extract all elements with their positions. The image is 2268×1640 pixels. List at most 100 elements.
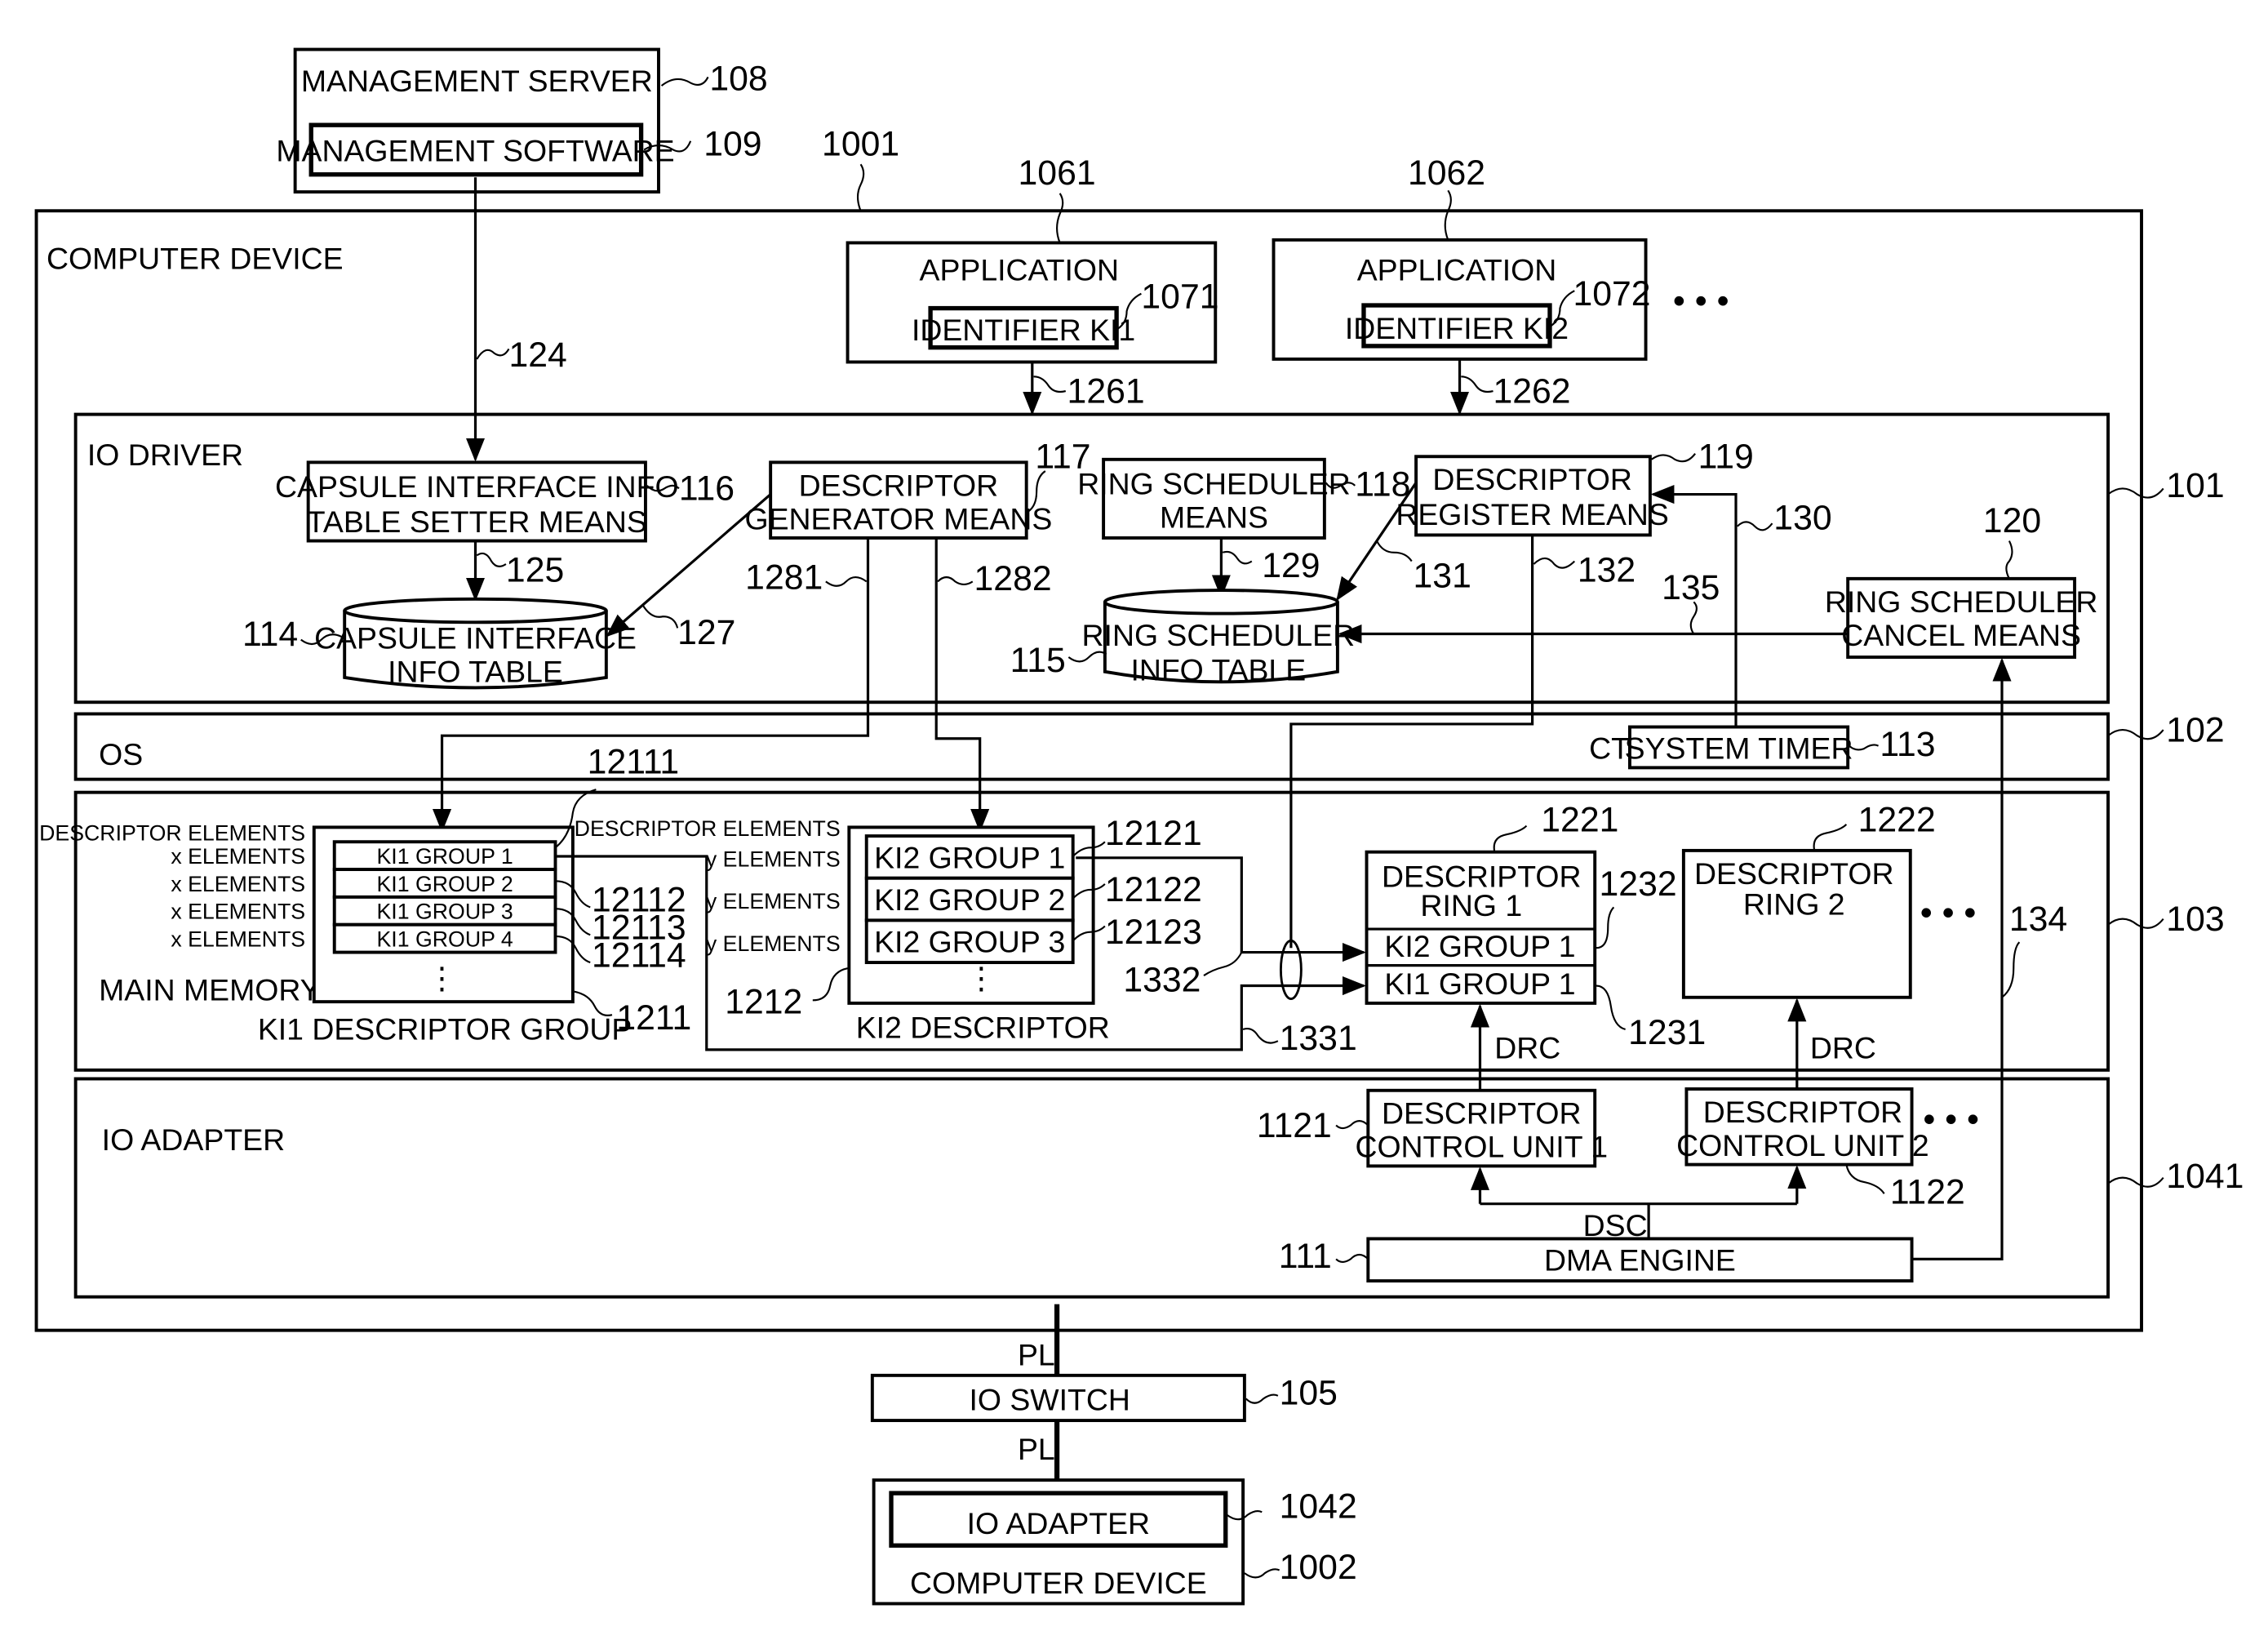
ref-1212: 1212 [725,982,802,1021]
application-1062: APPLICATION IDENTIFIER KI2 1072 1062 [1272,153,1651,361]
application-2-label: APPLICATION [1357,253,1557,287]
system-timer-label: SYSTEM TIMER [1625,731,1853,766]
capsule-interface-info-table: CAPSULE INTERFACE INFO TABLE [314,597,637,690]
control-unit-1-line2: CONTROL UNIT 1 [1355,1130,1608,1164]
capsule-setter-line2: TABLE SETTER MEANS [307,504,647,539]
ring1-line2: RING 1 [1420,888,1522,922]
ref-132: 132 [1578,550,1636,589]
drc-label-2: DRC [1810,1031,1876,1065]
ref-1002: 1002 [1280,1548,1357,1587]
ref-1222: 1222 [1858,801,1936,840]
ki2-group-ref: 12122 [1105,870,1202,909]
main-memory: MAIN MEMORY 103 DESCRIPTOR ELEMENTS KI1 … [39,743,2225,1072]
ki2-group-label: KI2 GROUP 2 [874,882,1065,917]
ring-table-line2: INFO TABLE [1130,653,1306,687]
os-layer: OS CT SYSTEM TIMER 113 102 [73,710,2225,781]
ki2-more: ⋮ [966,961,996,995]
control-units-ellipsis: • • • [1923,1100,1979,1140]
identifier-ki1: IDENTIFIER KI1 [912,313,1135,347]
ki2-elements-label: y ELEMENTS [706,889,841,913]
ref-1261: 1261 [1067,371,1145,411]
ref-1332: 1332 [1123,961,1201,1000]
ki1-group-row: KI1 GROUP 1 x ELEMENTS 12111 [171,743,679,872]
ref-125: 125 [506,550,564,589]
ki1-title: KI1 DESCRIPTOR GROUP [258,1011,632,1046]
management-software-label: MANAGEMENT SOFTWARE [276,134,674,168]
ki2-header: DESCRIPTOR ELEMENTS [575,816,841,841]
control-unit-2-line2: CONTROL UNIT 2 [1676,1128,1929,1162]
ki2-group-ref: 12123 [1105,913,1202,952]
ref-115: 115 [1010,641,1066,680]
ref-1281: 1281 [745,558,823,597]
computer-device-2-label: COMPUTER DEVICE [910,1566,1207,1600]
descriptor-generator-line2: GENERATOR MEANS [745,501,1053,536]
ref-1072: 1072 [1573,274,1650,313]
dma-engine-label: DMA ENGINE [1544,1243,1736,1278]
ref-129: 129 [1262,546,1320,585]
ref-101: 101 [2166,466,2224,505]
ring1-slot-ki2: KI2 GROUP 1 [1384,929,1575,963]
ki2-title: KI2 DESCRIPTOR [856,1011,1110,1045]
ref-116: 116 [679,469,735,509]
descriptor-ring-1: DESCRIPTOR RING 1 KI2 GROUP 1 KI1 GROUP … [1365,801,1706,1052]
ref-120: 120 [1983,501,2041,540]
pl-label-1: PL [1018,1337,1055,1371]
ref-108: 108 [709,59,767,98]
ref-1282: 1282 [974,559,1052,598]
ref-1001: 1001 [822,125,899,164]
cancel-line2: CANCEL MEANS [1841,618,2081,652]
ref-1231: 1231 [1628,1013,1706,1052]
capsule-table-line1: CAPSULE INTERFACE [314,620,637,655]
drc-label-1: DRC [1494,1031,1560,1065]
management-server: MANAGEMENT SERVER MANAGEMENT SOFTWARE 10… [276,47,768,194]
ki1-group-label: KI1 GROUP 4 [376,927,513,951]
ki1-elements-label: x ELEMENTS [171,900,305,924]
ki2-elements-label: y ELEMENTS [706,931,841,956]
ki1-elements-label: x ELEMENTS [171,872,305,896]
ki2-elements-label: y ELEMENTS [706,847,841,871]
ref-1071: 1071 [1141,278,1218,317]
ref-1062: 1062 [1408,153,1485,193]
io-adapter-1042-label: IO ADAPTER [967,1506,1150,1540]
ring1-slot-ki1: KI1 GROUP 1 [1384,967,1575,1001]
ki1-group-label: KI1 GROUP 2 [376,872,513,896]
ref-1331: 1331 [1280,1019,1357,1058]
ring-scheduler-info-table: RING SCHEDULER INFO TABLE [1082,589,1355,687]
path-bundle-marker [1279,939,1303,1000]
ref-134: 134 [2009,900,2067,939]
rings-ellipsis: • • • [1920,894,1977,933]
io-driver-label: IO DRIVER [87,438,243,472]
ki1-group-label: KI1 GROUP 3 [376,900,513,924]
ki2-group-label: KI2 GROUP 3 [874,925,1065,959]
os-label: OS [99,737,143,771]
ki1-header: DESCRIPTOR ELEMENTS [39,820,305,845]
descriptor-generator-line1: DESCRIPTOR [799,468,998,502]
ref-111: 111 [1279,1237,1332,1276]
ref-113: 113 [1880,725,1935,764]
control-unit-2-line1: DESCRIPTOR [1703,1095,1902,1129]
ref-1121: 1121 [1257,1106,1332,1145]
ring2-line2: RING 2 [1743,887,1845,921]
ref-114: 114 [242,615,298,654]
ring2-line1: DESCRIPTOR [1694,856,1893,891]
capsule-table-line2: INFO TABLE [388,654,563,688]
applications-ellipsis: • • • [1673,282,1729,321]
ki1-group-ref: 12114 [592,936,686,975]
ki2-group-label: KI2 GROUP 1 [874,840,1065,874]
descriptor-register-line2: REGISTER MEANS [1396,497,1669,531]
application-1061: APPLICATION IDENTIFIER KI1 1071 1061 [846,153,1218,364]
identifier-ki2: IDENTIFIER KI2 [1345,311,1569,345]
ref-131: 131 [1414,557,1471,596]
management-server-label: MANAGEMENT SERVER [301,64,653,98]
system-block-diagram: MANAGEMENT SERVER MANAGEMENT SOFTWARE 10… [34,47,2244,1606]
ki1-elements-label: x ELEMENTS [171,844,305,869]
ref-1211: 1211 [616,998,691,1038]
descriptor-ring-2: DESCRIPTOR RING 2 1222 [1681,801,1936,999]
ki2-group-ref: 12121 [1105,814,1202,853]
ref-1232: 1232 [1600,864,1677,904]
control-unit-1-line1: DESCRIPTOR [1382,1096,1581,1131]
ref-1042: 1042 [1280,1487,1357,1526]
main-memory-label: MAIN MEMORY [99,972,321,1007]
ki1-elements-label: x ELEMENTS [171,927,305,951]
ref-1122: 1122 [1890,1173,1965,1212]
